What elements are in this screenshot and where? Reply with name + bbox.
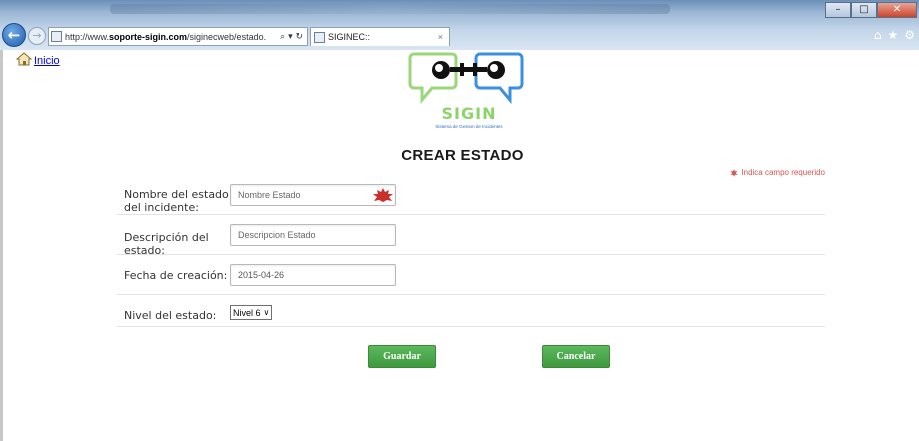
required-star-icon xyxy=(730,168,738,177)
chevron-down-icon: ∨ xyxy=(263,308,270,317)
left-edge-bar xyxy=(0,50,3,441)
home-link[interactable]: Inicio xyxy=(34,55,60,67)
required-note-text: Indica campo requerido xyxy=(741,168,825,177)
description-input[interactable] xyxy=(230,224,396,246)
required-field-icon xyxy=(373,188,393,202)
tab-close-icon[interactable]: × xyxy=(438,32,443,42)
page-icon xyxy=(51,31,62,42)
level-label: Nivel del estado: xyxy=(124,309,217,322)
home-icon[interactable]: ⌂ xyxy=(874,28,882,42)
tab-title: SIGINEC:: xyxy=(328,32,371,42)
favorites-star-icon[interactable]: ★ xyxy=(887,28,898,42)
house-icon xyxy=(15,52,33,66)
name-label: Nombre del estado del incidente: xyxy=(124,188,229,214)
level-select[interactable]: Nivel 6 ∨ xyxy=(230,305,273,320)
url-prefix: http://www. xyxy=(65,31,110,42)
maximize-button[interactable]: □ xyxy=(851,2,877,18)
address-bar[interactable]: http://www. soporte-sigin.com/siginecweb/… xyxy=(48,27,308,46)
creation-date-input[interactable] xyxy=(230,264,396,286)
close-window-button[interactable]: ✕ xyxy=(877,2,917,18)
url-path: /siginecweb/estado. xyxy=(187,31,267,42)
level-select-value: Nivel 6 xyxy=(233,307,261,318)
page-content: Inicio SIGIN Sistema de Gestion de Incid… xyxy=(0,50,919,441)
title-bar xyxy=(110,4,670,14)
form-row-level: Nivel del estado: xyxy=(117,295,825,327)
form-row-date: Fecha de creación: xyxy=(117,255,825,295)
url-domain: soporte-sigin.com xyxy=(109,31,188,42)
address-tools[interactable]: ⌕ ▾ ↻ xyxy=(276,32,307,42)
description-label: Descripción del estado: xyxy=(124,231,209,257)
window-controls: – □ ✕ xyxy=(825,2,917,18)
logo-subtitle: Sistema de Gestion de Incidentes xyxy=(435,124,503,129)
page-title: CREAR ESTADO xyxy=(401,147,524,164)
date-label: Fecha de creación: xyxy=(124,269,228,282)
home-nav[interactable]: Inicio xyxy=(15,52,60,67)
forward-arrow-icon[interactable]: → xyxy=(28,27,46,45)
logo-name: SIGIN xyxy=(441,104,497,123)
cancel-button[interactable]: Cancelar xyxy=(542,345,610,368)
save-button[interactable]: Guardar xyxy=(368,345,436,368)
required-note: Indica campo requerido xyxy=(730,168,825,177)
form-row-name: Nombre del estado del incidente: xyxy=(117,178,825,215)
browser-toolbar-icons: ⌂ ★ ⚙ xyxy=(874,28,915,42)
browser-tab[interactable]: SIGINEC:: × xyxy=(310,27,450,46)
browser-chrome: – □ ✕ ← → http://www. soporte-sigin.com/s… xyxy=(0,0,919,50)
back-arrow-icon[interactable]: ← xyxy=(2,23,26,47)
form-row-description: Descripción del estado: xyxy=(117,215,825,257)
settings-gear-icon[interactable]: ⚙ xyxy=(904,28,915,42)
minimize-button[interactable]: – xyxy=(825,2,851,18)
tab-page-icon xyxy=(314,31,325,43)
